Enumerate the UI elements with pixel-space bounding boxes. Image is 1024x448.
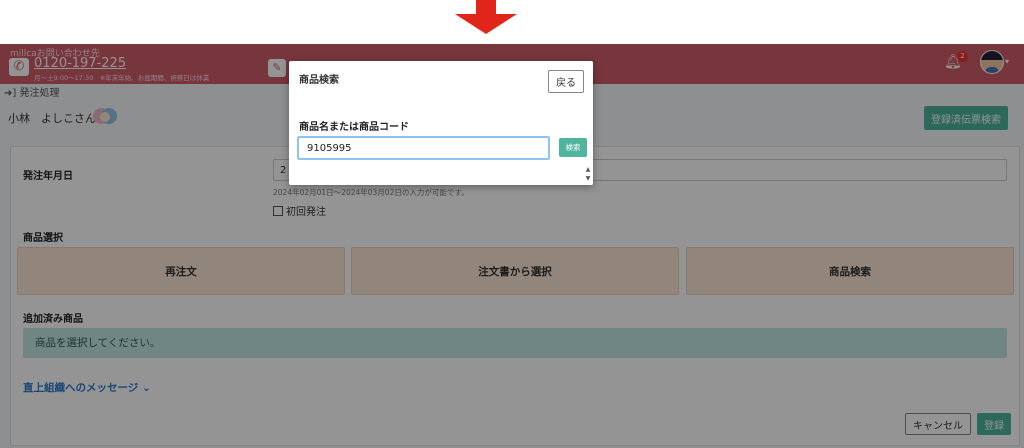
scroll-up-icon[interactable]: ▲ <box>586 166 591 173</box>
modal-title: 商品検索 <box>299 75 339 86</box>
modal-scrollbar[interactable]: ▲ ▼ <box>583 165 593 185</box>
product-search-modal: 商品検索 戻る 商品名または商品コード 検索 ▲▼ <box>289 61 593 185</box>
red-down-arrow-icon <box>455 0 517 34</box>
scroll-down-icon[interactable]: ▼ <box>586 175 591 182</box>
search-field-label: 商品名または商品コード <box>299 122 409 133</box>
search-button[interactable]: 検索 <box>559 138 587 157</box>
product-search-input[interactable] <box>297 136 550 160</box>
back-button[interactable]: 戻る <box>548 70 584 93</box>
